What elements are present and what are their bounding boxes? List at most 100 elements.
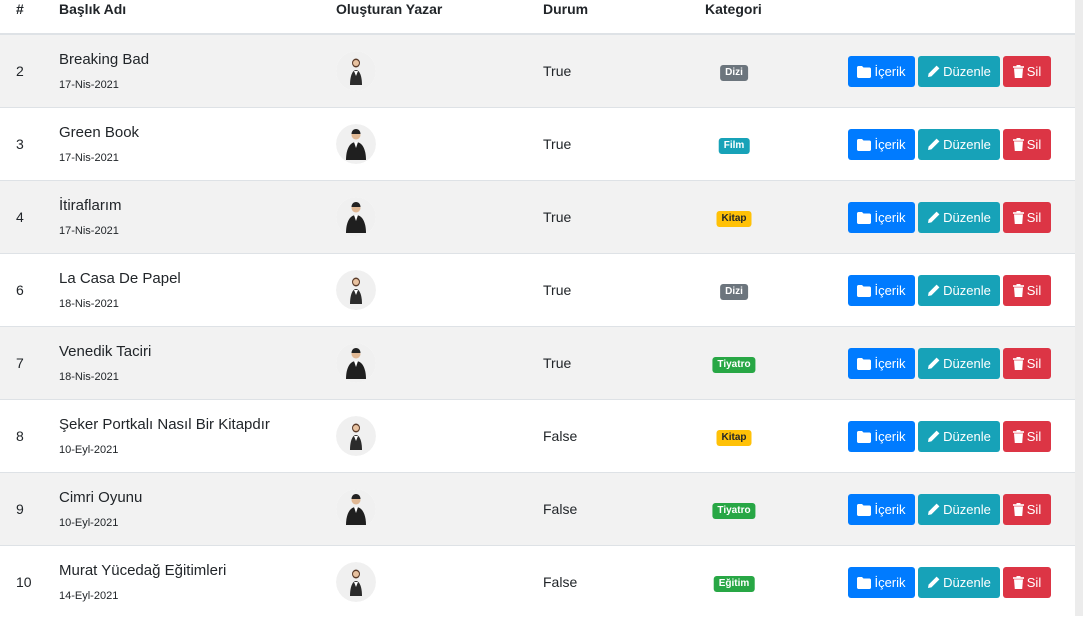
article-title: İtiraflarım: [59, 197, 122, 214]
article-date: 17-Nis-2021: [59, 152, 119, 164]
author-avatar: [336, 489, 376, 529]
article-date: 10-Eyl-2021: [59, 517, 119, 529]
folder-icon: [857, 357, 874, 370]
delete-button[interactable]: Sil: [1003, 56, 1051, 87]
header-title: Başlık Adı: [59, 1, 127, 17]
delete-button-label: Sil: [1026, 283, 1042, 298]
header-status: Durum: [543, 1, 589, 17]
edit-button[interactable]: Düzenle: [918, 129, 1000, 160]
content-button[interactable]: İçerik: [848, 202, 915, 233]
delete-button[interactable]: Sil: [1003, 494, 1051, 525]
row-number: 8: [16, 428, 24, 444]
content-button[interactable]: İçerik: [848, 567, 915, 598]
content-button-label: İçerik: [874, 356, 906, 371]
article-title: Şeker Portkalı Nasıl Bir Kitapdır: [59, 416, 270, 433]
articles-table: # Başlık Adı Oluşturan Yazar Durum Kateg…: [0, 0, 1075, 618]
edit-button[interactable]: Düzenle: [918, 275, 1000, 306]
article-title: Cimri Oyunu: [59, 489, 143, 506]
content-button-label: İçerik: [874, 137, 906, 152]
article-date: 17-Nis-2021: [59, 79, 119, 91]
article-title: Venedik Taciri: [59, 343, 152, 360]
delete-button[interactable]: Sil: [1003, 275, 1051, 306]
status-text: True: [543, 209, 572, 225]
author-avatar: [336, 270, 376, 310]
delete-button-label: Sil: [1026, 356, 1042, 371]
author-avatar: [336, 51, 376, 91]
trash-icon: [1012, 65, 1027, 78]
edit-button[interactable]: Düzenle: [918, 567, 1000, 598]
article-date: 14-Eyl-2021: [59, 590, 119, 602]
article-date: 18-Nis-2021: [59, 371, 119, 383]
content-button-label: İçerik: [874, 502, 906, 517]
delete-button[interactable]: Sil: [1003, 567, 1051, 598]
status-text: True: [543, 136, 572, 152]
category-badge: Kitap: [716, 430, 752, 446]
content-button-label: İçerik: [874, 575, 906, 590]
pencil-icon: [927, 138, 943, 151]
row-number: 4: [16, 209, 24, 225]
content-button-label: İçerik: [874, 429, 906, 444]
delete-button-label: Sil: [1026, 429, 1042, 444]
category-badge: Eğitim: [713, 576, 755, 592]
delete-button-label: Sil: [1026, 575, 1042, 590]
category-badge: Tiyatro: [712, 357, 756, 373]
trash-icon: [1012, 357, 1027, 370]
pencil-icon: [927, 211, 943, 224]
row-number: 10: [16, 574, 32, 590]
content-button[interactable]: İçerik: [848, 275, 915, 306]
article-date: 18-Nis-2021: [59, 298, 119, 310]
table-header: # Başlık Adı Oluşturan Yazar Durum Kateg…: [0, 0, 1075, 35]
article-date: 10-Eyl-2021: [59, 444, 119, 456]
edit-button[interactable]: Düzenle: [918, 494, 1000, 525]
delete-button[interactable]: Sil: [1003, 348, 1051, 379]
trash-icon: [1012, 211, 1027, 224]
content-button[interactable]: İçerik: [848, 129, 915, 160]
content-button[interactable]: İçerik: [848, 348, 915, 379]
edit-button-label: Düzenle: [943, 210, 991, 225]
article-title: Murat Yücedağ Eğitimleri: [59, 562, 227, 579]
edit-button-label: Düzenle: [943, 429, 991, 444]
status-text: True: [543, 282, 572, 298]
author-avatar: [336, 124, 376, 164]
pencil-icon: [927, 357, 943, 370]
category-badge: Tiyatro: [712, 503, 756, 519]
trash-icon: [1012, 284, 1027, 297]
row-number: 9: [16, 501, 24, 517]
trash-icon: [1012, 138, 1027, 151]
pencil-icon: [927, 503, 943, 516]
table-row: 8 Şeker Portkalı Nasıl Bir Kitapdır 10-Eyl…: [0, 399, 1075, 472]
edit-button[interactable]: Düzenle: [918, 421, 1000, 452]
content-button[interactable]: İçerik: [848, 494, 915, 525]
edit-button[interactable]: Düzenle: [918, 56, 1000, 87]
trash-icon: [1012, 576, 1027, 589]
content-button-label: İçerik: [874, 64, 906, 79]
delete-button[interactable]: Sil: [1003, 202, 1051, 233]
table-row: 3 Green Book 17-Nis-2021 True Film İçerik Düze…: [0, 107, 1075, 180]
pencil-icon: [927, 576, 943, 589]
category-badge: Dizi: [720, 284, 748, 300]
edit-button[interactable]: Düzenle: [918, 348, 1000, 379]
edit-button-label: Düzenle: [943, 283, 991, 298]
edit-button-label: Düzenle: [943, 356, 991, 371]
delete-button[interactable]: Sil: [1003, 129, 1051, 160]
edit-button-label: Düzenle: [943, 575, 991, 590]
folder-icon: [857, 430, 874, 443]
delete-button[interactable]: Sil: [1003, 421, 1051, 452]
folder-icon: [857, 138, 874, 151]
row-number: 3: [16, 136, 24, 152]
author-avatar: [336, 416, 376, 456]
header-category: Kategori: [705, 1, 762, 17]
table-row: 2 Breaking Bad 17-Nis-2021 True Dizi İçerik Dü…: [0, 34, 1075, 107]
category-badge: Kitap: [716, 211, 752, 227]
author-avatar: [336, 197, 376, 237]
edit-button[interactable]: Düzenle: [918, 202, 1000, 233]
trash-icon: [1012, 503, 1027, 516]
author-avatar: [336, 343, 376, 383]
content-button[interactable]: İçerik: [848, 56, 915, 87]
status-text: True: [543, 355, 572, 371]
pencil-icon: [927, 430, 943, 443]
article-title: Green Book: [59, 124, 140, 141]
content-button-label: İçerik: [874, 283, 906, 298]
pencil-icon: [927, 284, 943, 297]
content-button[interactable]: İçerik: [848, 421, 915, 452]
